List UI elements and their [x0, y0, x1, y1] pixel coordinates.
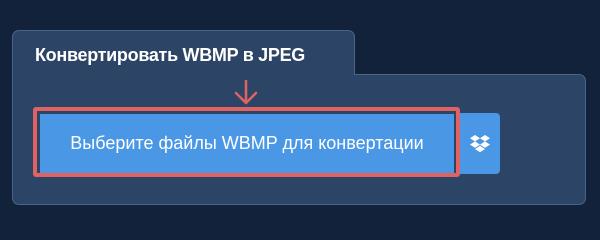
- select-files-button[interactable]: Выберите файлы WBMP для конвертации: [40, 114, 454, 173]
- arrow-down-icon: [234, 80, 258, 105]
- panel-seam: [13, 73, 354, 76]
- dropbox-icon: [470, 134, 490, 152]
- dropbox-button[interactable]: [460, 113, 500, 174]
- converter-title: Конвертировать WBMP в JPEG: [35, 45, 305, 65]
